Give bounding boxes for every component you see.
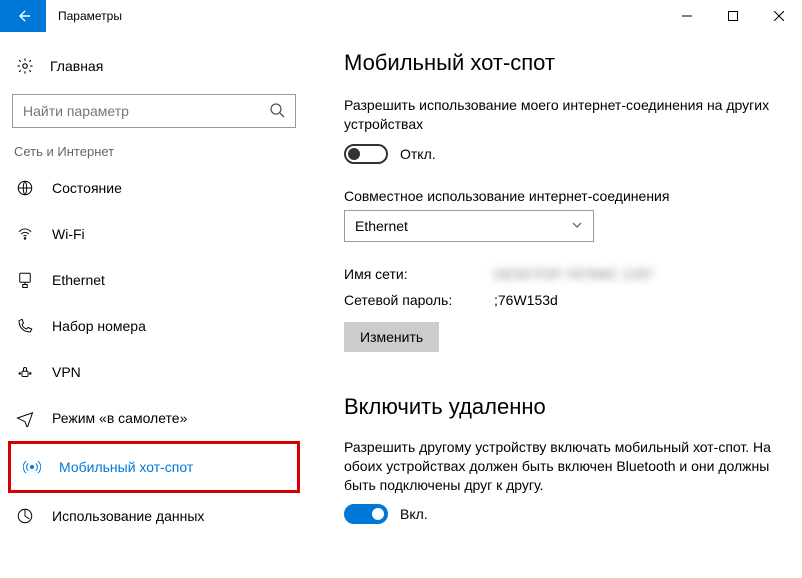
sidebar-item-ethernet[interactable]: Ethernet bbox=[4, 257, 304, 303]
airplane-icon bbox=[16, 409, 34, 427]
remote-toggle-label: Вкл. bbox=[400, 506, 428, 522]
hotspot-icon bbox=[23, 458, 41, 476]
sidebar-item-label: Ethernet bbox=[52, 272, 105, 288]
sidebar-item-label: Набор номера bbox=[52, 318, 146, 334]
sidebar-item-label: VPN bbox=[52, 364, 81, 380]
search-icon bbox=[269, 102, 285, 121]
network-password-label: Сетевой пароль: bbox=[344, 292, 494, 308]
sidebar-item-label: Wi-Fi bbox=[52, 226, 85, 242]
titlebar: Параметры bbox=[0, 0, 802, 32]
share-from-label: Совместное использование интернет-соедин… bbox=[344, 188, 778, 204]
sidebar-home-label: Главная bbox=[50, 58, 103, 74]
share-toggle-label: Откл. bbox=[400, 146, 436, 162]
minimize-button[interactable] bbox=[664, 0, 710, 32]
phone-icon bbox=[16, 317, 34, 335]
sidebar-item-label: Состояние bbox=[52, 180, 122, 196]
close-button[interactable] bbox=[756, 0, 802, 32]
share-toggle[interactable] bbox=[344, 144, 388, 164]
network-password-value: ;76W153d bbox=[494, 292, 558, 308]
page-heading: Мобильный хот-спот bbox=[344, 50, 778, 76]
window-controls bbox=[664, 0, 802, 32]
back-button[interactable] bbox=[0, 0, 46, 32]
share-from-dropdown[interactable]: Ethernet bbox=[344, 210, 594, 242]
share-from-value: Ethernet bbox=[355, 218, 408, 234]
ethernet-icon bbox=[16, 271, 34, 289]
edit-button[interactable]: Изменить bbox=[344, 322, 439, 352]
sidebar-item-airplane[interactable]: Режим «в самолете» bbox=[4, 395, 304, 441]
network-name-label: Имя сети: bbox=[344, 266, 494, 282]
sidebar-item-label: Режим «в самолете» bbox=[52, 410, 187, 426]
sidebar-item-dialup[interactable]: Набор номера bbox=[4, 303, 304, 349]
maximize-button[interactable] bbox=[710, 0, 756, 32]
search-input[interactable] bbox=[23, 103, 269, 119]
sidebar-item-label: Мобильный хот-спот bbox=[59, 459, 193, 475]
window-title: Параметры bbox=[46, 0, 664, 32]
remote-description: Разрешить другому устройству включать мо… bbox=[344, 438, 778, 495]
network-name-value: DESKTOP-7679MC 1297 bbox=[494, 266, 653, 282]
remote-heading: Включить удаленно bbox=[344, 394, 778, 420]
remote-toggle[interactable] bbox=[344, 504, 388, 524]
settings-sidebar: Главная Сеть и Интернет Состояние Wi-Fi … bbox=[0, 32, 308, 578]
share-description: Разрешить использование моего интернет-с… bbox=[344, 96, 778, 134]
vpn-icon bbox=[16, 363, 34, 381]
sidebar-item-wifi[interactable]: Wi-Fi bbox=[4, 211, 304, 257]
sidebar-item-status[interactable]: Состояние bbox=[4, 165, 304, 211]
chevron-down-icon bbox=[571, 218, 583, 234]
main-panel: Мобильный хот-спот Разрешить использован… bbox=[308, 32, 802, 578]
gear-icon bbox=[16, 57, 34, 75]
wifi-icon bbox=[16, 225, 34, 243]
category-header: Сеть и Интернет bbox=[4, 144, 304, 165]
sidebar-item-label: Использование данных bbox=[52, 508, 204, 524]
globe-icon bbox=[16, 179, 34, 197]
search-box[interactable] bbox=[12, 94, 296, 128]
data-usage-icon bbox=[16, 507, 34, 525]
arrow-left-icon bbox=[15, 8, 31, 24]
sidebar-item-hotspot[interactable]: Мобильный хот-спот bbox=[11, 444, 297, 490]
sidebar-item-vpn[interactable]: VPN bbox=[4, 349, 304, 395]
sidebar-home[interactable]: Главная bbox=[4, 46, 304, 86]
sidebar-item-datausage[interactable]: Использование данных bbox=[4, 493, 304, 539]
